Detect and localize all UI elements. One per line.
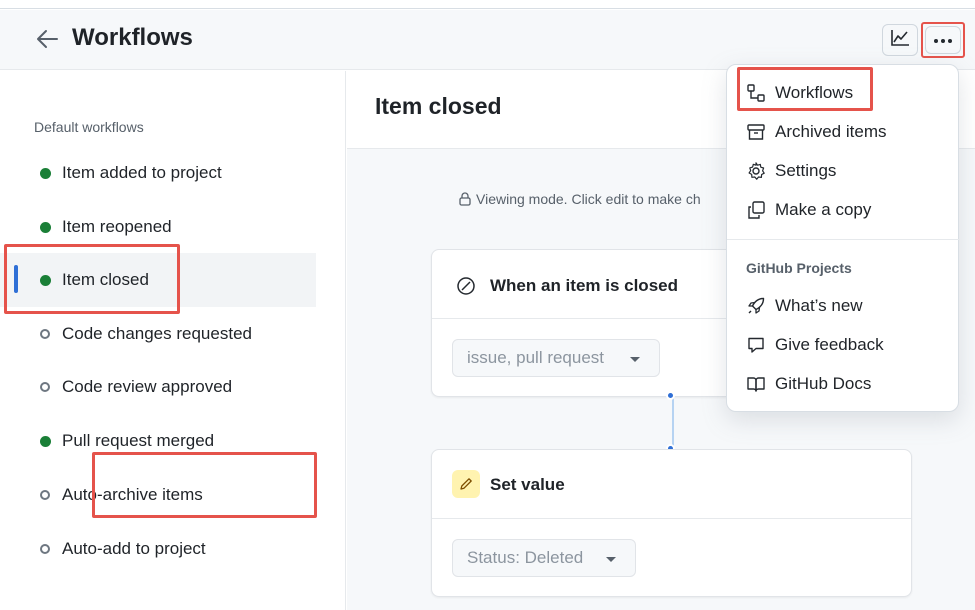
sidebar-item-label: Item reopened — [62, 217, 172, 236]
sidebar-item-item-closed[interactable]: Item closed — [0, 253, 316, 307]
sidebar-item-label: Auto-add to project — [62, 539, 206, 558]
sidebar-item-pull-request-merged[interactable]: Pull request merged — [0, 414, 316, 468]
active-indicator — [14, 265, 18, 293]
connector-node — [666, 391, 675, 400]
graph-icon — [890, 29, 910, 52]
menu-item-label: Settings — [775, 161, 837, 180]
card-divider — [432, 518, 911, 519]
sidebar-item-label: Auto-archive items — [62, 485, 203, 504]
sidebar-item-label: Pull request merged — [62, 431, 215, 450]
action-card: Set value Status: Deleted — [431, 449, 912, 597]
trigger-type-value: issue, pull request — [467, 348, 605, 367]
sidebar-item-label: Code changes requested — [62, 324, 252, 343]
viewing-mode-text: Viewing mode. Click edit to make ch — [476, 191, 701, 207]
page-header: Workflows — [0, 10, 975, 70]
arrow-left-icon[interactable] — [34, 26, 60, 52]
enabled-dot-icon — [40, 167, 51, 179]
sidebar-item-label: Code review approved — [62, 377, 233, 396]
menu-item-github-docs[interactable]: GitHub Docs — [727, 366, 960, 402]
enabled-dot-icon — [40, 435, 51, 447]
caret-down-icon — [606, 557, 616, 562]
more-options-inner — [925, 26, 961, 54]
menu-item-settings[interactable]: Settings — [727, 153, 960, 189]
menu-item-make-a-copy[interactable]: Make a copy — [727, 192, 960, 228]
menu-item-label: What’s new — [775, 296, 863, 315]
caret-down-icon — [630, 357, 640, 362]
insights-button[interactable] — [882, 24, 918, 56]
workflow-icon — [745, 82, 767, 104]
sidebar-item-auto-archive[interactable]: Auto-archive items — [0, 468, 316, 522]
enabled-dot-icon — [40, 274, 51, 286]
trigger-card-title: When an item is closed — [490, 276, 678, 295]
workflow-title: Item closed — [375, 93, 502, 119]
sidebar-item-auto-add[interactable]: Auto-add to project — [0, 522, 316, 576]
archive-icon — [745, 121, 767, 143]
status-select[interactable]: Status: Deleted — [452, 539, 636, 577]
top-border — [0, 0, 975, 9]
rocket-icon — [745, 295, 767, 317]
disabled-dot-icon — [40, 329, 50, 339]
menu-item-label: Workflows — [775, 83, 854, 102]
viewing-mode-notice: Viewing mode. Click edit to make ch — [459, 191, 729, 209]
menu-item-give-feedback[interactable]: Give feedback — [727, 327, 960, 363]
circle-slash-icon — [456, 276, 476, 301]
flow-connector — [672, 396, 674, 449]
enabled-dot-icon — [40, 221, 51, 233]
sidebar-item-label: Item added to project — [62, 163, 222, 182]
disabled-dot-icon — [40, 382, 50, 392]
section-label: Default workflows — [34, 119, 144, 135]
menu-item-workflows[interactable]: Workflows — [727, 75, 960, 111]
lock-icon — [459, 192, 471, 209]
workflow-sidebar: Default workflows Item added to project … — [0, 71, 346, 610]
menu-item-label: Make a copy — [775, 200, 872, 219]
menu-item-whats-new[interactable]: What’s new — [727, 288, 960, 324]
menu-item-label: GitHub Docs — [775, 374, 872, 393]
sidebar-item-label: Item closed — [62, 270, 149, 289]
status-value: Status: Deleted — [467, 548, 584, 567]
disabled-dot-icon — [40, 490, 50, 500]
book-icon — [745, 373, 767, 395]
sidebar-item-code-changes-requested[interactable]: Code changes requested — [0, 307, 316, 361]
menu-item-archived-items[interactable]: Archived items — [727, 114, 960, 150]
more-options-button[interactable] — [921, 22, 965, 58]
page-title: Workflows — [72, 24, 193, 51]
comment-icon — [745, 334, 767, 356]
gear-icon — [745, 160, 767, 182]
copy-icon — [745, 199, 767, 221]
pencil-icon — [452, 470, 480, 498]
menu-item-label: Archived items — [775, 122, 887, 141]
sidebar-item-item-reopened[interactable]: Item reopened — [0, 200, 316, 254]
disabled-dot-icon — [40, 544, 50, 554]
menu-group-label: GitHub Projects — [746, 260, 852, 276]
trigger-type-select[interactable]: issue, pull request — [452, 339, 660, 377]
menu-divider — [727, 239, 960, 240]
kebab-horizontal-icon — [933, 31, 953, 49]
menu-item-label: Give feedback — [775, 335, 884, 354]
sidebar-item-code-review-approved[interactable]: Code review approved — [0, 360, 316, 414]
action-card-title: Set value — [490, 475, 565, 494]
sidebar-item-item-added[interactable]: Item added to project — [0, 146, 316, 200]
more-options-menu: Workflows Archived items Settings Make a… — [726, 64, 960, 412]
